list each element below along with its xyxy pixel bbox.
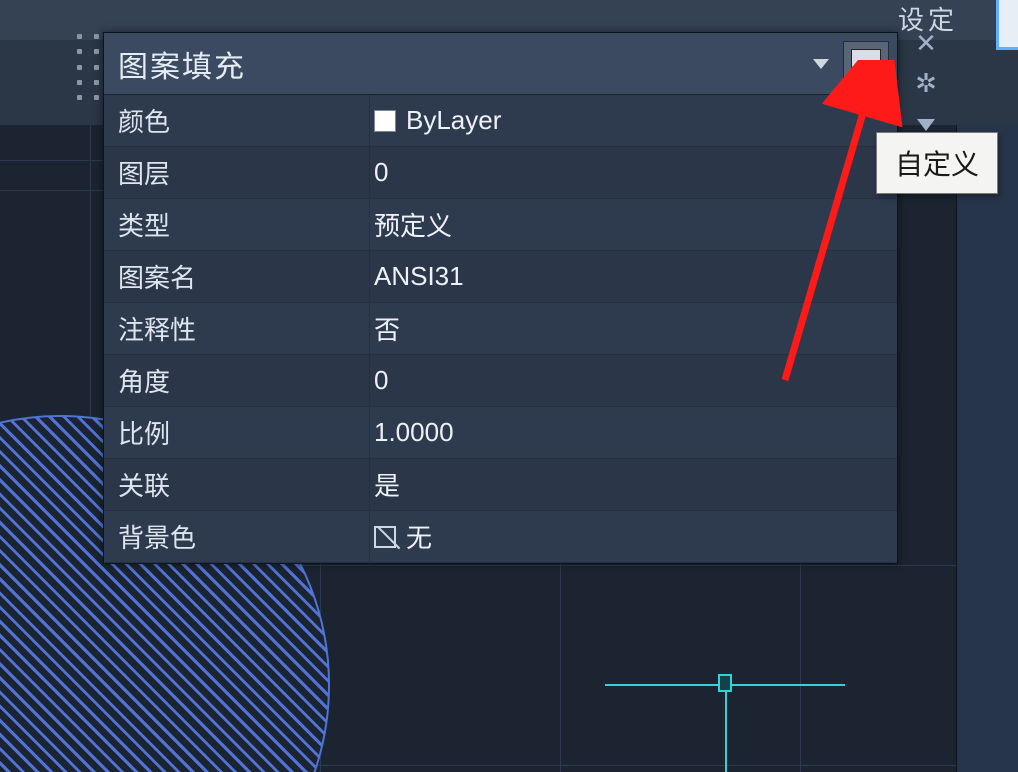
palette-header: 图案填充 (104, 33, 897, 95)
property-row[interactable]: 注释性否 (104, 303, 897, 355)
property-row[interactable]: 关联是 (104, 459, 897, 511)
property-label: 类型 (104, 206, 369, 243)
property-value-text: 无 (406, 518, 432, 555)
property-label: 背景色 (104, 518, 369, 555)
property-row[interactable]: 角度0 (104, 355, 897, 407)
property-label: 关联 (104, 466, 369, 503)
property-value-text: 0 (374, 157, 388, 188)
options-gear-button[interactable]: ✲ (913, 70, 939, 96)
property-row[interactable]: 图层0 (104, 147, 897, 199)
property-value[interactable]: 0 (369, 355, 897, 406)
selection-marker (605, 680, 845, 772)
property-label: 角度 (104, 362, 369, 399)
property-value[interactable]: 预定义 (369, 199, 897, 250)
property-row[interactable]: 图案名ANSI31 (104, 251, 897, 303)
property-value[interactable]: 是 (369, 459, 897, 510)
right-panel-strip (956, 125, 1018, 772)
property-value-text: 0 (374, 365, 388, 396)
palette-grip[interactable] (73, 28, 103, 106)
property-value[interactable]: 否 (369, 303, 897, 354)
property-value[interactable]: ByLayer (369, 95, 897, 146)
property-label: 颜色 (104, 102, 369, 139)
quick-select-button[interactable] (843, 41, 889, 87)
property-label: 图案名 (104, 258, 369, 295)
quick-select-icon (851, 49, 881, 79)
property-value-text: ANSI31 (374, 261, 464, 292)
close-icon: ✕ (915, 28, 937, 59)
gear-icon: ✲ (915, 68, 937, 99)
property-value[interactable]: 1.0000 (369, 407, 897, 458)
property-label: 图层 (104, 154, 369, 191)
property-value-text: 否 (374, 310, 400, 347)
property-value-text: 1.0000 (374, 417, 454, 448)
property-value-text: ByLayer (406, 105, 501, 136)
property-value-text: 预定义 (374, 206, 452, 243)
property-value[interactable]: 0 (369, 147, 897, 198)
property-row[interactable]: 背景色无 (104, 511, 897, 563)
property-row[interactable]: 颜色 ByLayer (104, 95, 897, 147)
properties-palette: 图案填充 颜色ByLayer图层0类型预定义图案名ANSI31注释性否角度0比例… (103, 32, 898, 564)
property-label: 比例 (104, 414, 369, 451)
close-button[interactable]: ✕ (913, 30, 939, 56)
palette-title: 图案填充 (118, 42, 813, 86)
property-value[interactable]: ANSI31 (369, 251, 897, 302)
color-swatch-icon (374, 110, 396, 132)
property-label: 注释性 (104, 310, 369, 347)
property-row[interactable]: 类型预定义 (104, 199, 897, 251)
none-swatch-icon (374, 526, 396, 548)
property-value[interactable]: 无 (369, 511, 897, 562)
palette-side-controls: ✕ ✲ (904, 30, 948, 136)
tooltip-customize: 自定义 (876, 132, 998, 194)
ribbon-right-button[interactable] (996, 0, 1018, 50)
property-row[interactable]: 比例1.0000 (104, 407, 897, 459)
chevron-down-icon (917, 119, 935, 131)
property-value-text: 是 (374, 466, 400, 503)
object-type-dropdown-icon[interactable] (813, 59, 829, 69)
